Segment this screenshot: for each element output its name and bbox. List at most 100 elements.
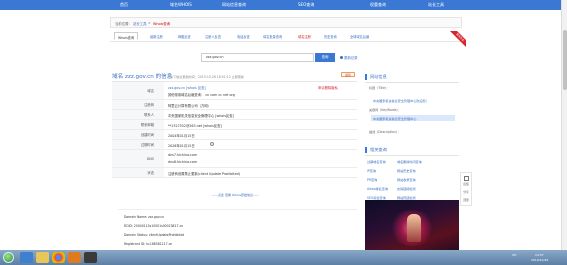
corner-ribbon[interactable]: 查询历史 xyxy=(448,31,466,49)
raw-whois-line: Domain Status: clientUpdateProhibited xyxy=(124,233,185,237)
tab-domain-register[interactable]: 域名注册 xyxy=(298,34,311,39)
table-row-email: 联系邮箱 **1327552@263.net [whois反查] xyxy=(112,120,357,130)
divider xyxy=(365,82,459,83)
clock-date: 2019/10/26 xyxy=(531,258,549,262)
scrollbar-thumb[interactable] xyxy=(563,30,567,90)
advertisement-banner[interactable] xyxy=(365,200,459,256)
registrar-value: 阿里云计算有限公司（万网） xyxy=(168,104,211,108)
update-records-link[interactable]: 更新记录 xyxy=(340,55,358,60)
table-row-contact: 联系人 中央国家机关信息安全管理中心 [whois反查] xyxy=(112,110,357,120)
dns-value: dns8.hichina.com xyxy=(168,160,198,164)
keywords-label: 关键词（KeyWords）： xyxy=(369,108,402,112)
privacy-delete-note[interactable]: 申请删除隐私 xyxy=(318,85,338,90)
tab-history[interactable]: 历史查询 xyxy=(324,34,337,39)
related-link-alexa[interactable]: Alexa排名查询 xyxy=(367,186,388,191)
divider xyxy=(365,155,459,156)
windows-taskbar: CH 14:57 2019/10/26 xyxy=(0,250,567,265)
whois-info-title: 域名 zzz.gov.cn 的信息 xyxy=(112,74,173,80)
tab-email-lookup[interactable]: 邮箱反查 xyxy=(178,34,191,39)
breadcrumb-current: Whois查询 xyxy=(153,22,171,26)
table-row-dns: DNS dns7.hichina.com dns8.hichina.com xyxy=(112,150,357,168)
breadcrumb-home-link[interactable]: 站长工具 xyxy=(133,21,147,26)
tab-latest-registered[interactable]: 最新注册 xyxy=(150,34,163,39)
raw-whois-line: Domain Name: zzz.gov.cn xyxy=(124,215,165,219)
row-label: 联系人 xyxy=(112,110,164,119)
title-value: 中央国家机关信息安全管理中心欢迎您！ xyxy=(373,99,429,103)
whois-info-table: 域名 zzz.gov.cn [whois 反查] 其他常用域名后缀查询： cn … xyxy=(112,81,357,178)
table-row-expires: 过期时间 2026年01月15日 xyxy=(112,140,357,150)
row-label: 过期时间 xyxy=(112,140,164,149)
row-label: DNS xyxy=(112,150,164,167)
tab-batch-query[interactable]: 域名批量查询 xyxy=(263,34,282,39)
back-to-top-button[interactable]: 顶部 xyxy=(461,198,471,202)
row-label: 创建时间 xyxy=(112,130,164,139)
breadcrumb: 当前位置： 站长工具 > Whois查询 xyxy=(110,17,462,28)
raw-whois-line: ROID: 20040115s10001s00023817-cn xyxy=(124,224,184,228)
status-value: 注册商设置禁止更新(client Update Prohibited) xyxy=(168,172,240,176)
related-link-ip[interactable]: IP查询 xyxy=(367,168,376,173)
table-row-created: 创建时间 2004年01月15日 xyxy=(112,130,357,140)
edit-icon[interactable] xyxy=(464,176,469,181)
row-label: 联系邮箱 xyxy=(112,120,164,129)
related-link-expired-domains[interactable]: 过期域名查询 xyxy=(367,159,386,164)
nav-webmaster-tools[interactable]: 站长工具 xyxy=(428,2,444,8)
nav-site-info[interactable]: 网站信息查询 xyxy=(222,2,246,8)
chrome-browser-icon[interactable] xyxy=(52,252,65,263)
ribbon-label: 查询历史 xyxy=(448,31,466,49)
ad-figure xyxy=(407,214,421,242)
table-row-domain: 域名 zzz.gov.cn [whois 反查] 其他常用域名后缀查询： cn … xyxy=(112,82,357,100)
table-row-registrar: 注册商 阿里云计算有限公司（万网） xyxy=(112,100,357,110)
view-raw-whois-link[interactable]: ——点此 查看 Whois原始信息—— xyxy=(212,193,259,197)
row-label: 状态 xyxy=(112,168,164,177)
row-label: 注册商 xyxy=(112,100,164,109)
explorer-folder-icon[interactable] xyxy=(36,252,49,263)
new-badge: 最新 xyxy=(341,72,355,77)
alarm-icon[interactable] xyxy=(210,142,214,146)
related-link-pr[interactable]: PR查询 xyxy=(367,177,377,182)
email-value[interactable]: **1327552@263.net [whois反查] xyxy=(168,123,222,128)
breadcrumb-prefix: 当前位置： xyxy=(115,22,132,26)
nav-home[interactable]: 首页 xyxy=(120,2,128,8)
nav-weight[interactable]: 权重查询 xyxy=(370,2,386,8)
clock-time: 14:57 xyxy=(535,253,544,257)
nav-whois[interactable]: 域名WHOIS xyxy=(170,2,192,8)
domain-search-input[interactable]: zzz.gov.cn xyxy=(201,53,314,62)
row-label: 域名 xyxy=(112,82,164,99)
start-button-icon[interactable] xyxy=(3,252,14,263)
search-button[interactable]: 查询 xyxy=(315,53,335,62)
related-link-indexed[interactable]: 网站收录查询 xyxy=(397,177,416,182)
created-value: 2004年01月15日 xyxy=(168,134,195,138)
ie-browser-icon[interactable] xyxy=(20,252,33,263)
tool-tabs: Whois查询 最新注册 邮箱反查 注册人反查 电话反查 域名批量查询 域名注册… xyxy=(110,31,462,42)
tab-registrant-lookup[interactable]: 注册人反查 xyxy=(205,34,221,39)
contact-value[interactable]: 中央国家机关信息安全管理中心 [whois反查] xyxy=(168,113,234,118)
tab-phone-lookup[interactable]: 电话反查 xyxy=(237,34,250,39)
update-records-label: 更新记录 xyxy=(344,56,358,60)
dns-value: dns7.hichina.com xyxy=(168,153,198,157)
description-label: 描述（Description）： xyxy=(369,130,401,134)
site-info-title: 网站信息 xyxy=(365,74,387,80)
suffix-lookup[interactable]: 其他常用域名后缀查询： cn com cc net org xyxy=(168,92,235,97)
domain-value[interactable]: zzz.gov.cn [whois 反查] xyxy=(168,85,206,90)
nav-seo[interactable]: SEO查询 xyxy=(298,2,314,8)
related-queries-title: 相关查询 xyxy=(365,147,387,153)
refresh-icon xyxy=(340,56,343,59)
related-link-domain-delete-time[interactable]: 域名删除时间查询 xyxy=(397,159,422,164)
keywords-value: 中央国家机关信息安全管理中心 xyxy=(373,117,417,121)
input-language[interactable]: CH xyxy=(512,253,516,257)
media-player-icon[interactable] xyxy=(68,252,81,263)
related-link-friend-links[interactable]: 友情链接检测 xyxy=(397,186,416,191)
share-button[interactable]: 分享 xyxy=(461,190,471,194)
expires-value: 2026年01月15日 xyxy=(168,144,195,148)
related-link-site-history[interactable]: 网站历史查询 xyxy=(397,168,416,173)
raw-whois-line: Registrant ID: hc186581217-cn xyxy=(124,242,173,246)
breadcrumb-separator: > xyxy=(148,21,151,25)
floating-toolbar: 反馈 分享 顶部 xyxy=(460,172,472,206)
tab-global-suffix[interactable]: 全球域名后缀 xyxy=(350,34,369,39)
notes-app-icon[interactable] xyxy=(84,252,97,263)
page-scrollbar[interactable] xyxy=(561,0,567,250)
top-navigation: 首页 域名WHOIS 网站信息查询 SEO查询 权重查询 站长工具 xyxy=(0,0,567,10)
tab-whois[interactable]: Whois查询 xyxy=(114,32,139,40)
whois-info-subtitle: 以下信息更新时间：2019-10-26 18:51:12 立即更新 xyxy=(170,75,245,79)
feedback-button[interactable]: 反馈 xyxy=(461,182,471,186)
